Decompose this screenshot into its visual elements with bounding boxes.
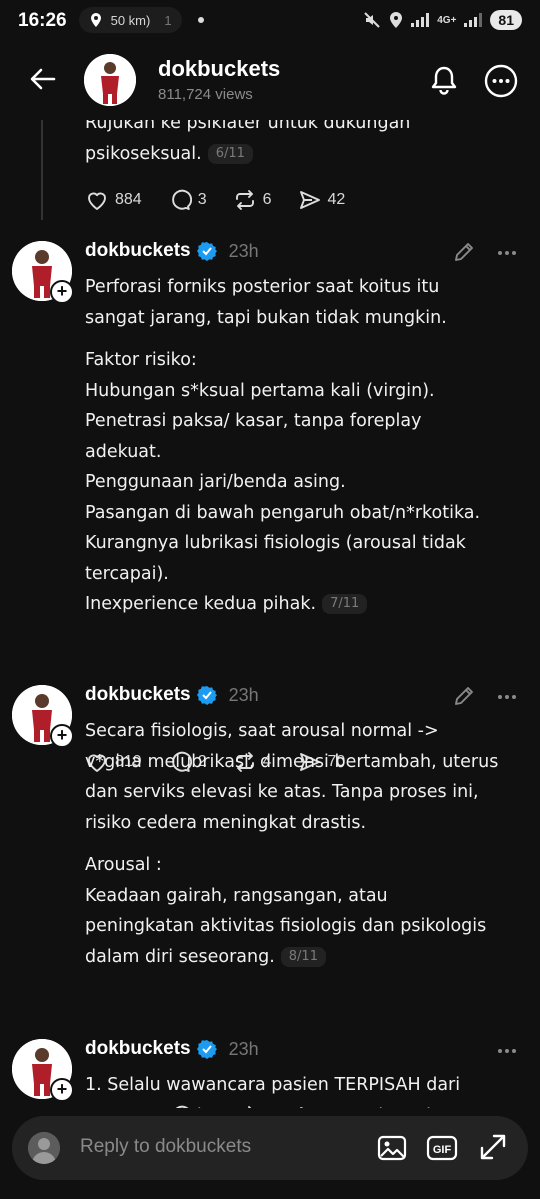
follow-plus-badge[interactable]: +	[50, 1078, 74, 1102]
post-more-icon[interactable]	[496, 1040, 518, 1062]
thread-feed[interactable]: Rujukan ke psikiater untuk dukungan psik…	[0, 120, 540, 1114]
more-options-icon[interactable]	[484, 64, 518, 98]
status-icons: 4G+ 81	[363, 10, 522, 30]
post-body: Rujukan ke psikiater untuk dukungan psik…	[85, 120, 525, 169]
reply-avatar	[28, 1132, 60, 1164]
post-text-line: Hubungan s*ksual pertama kali (virgin).	[85, 380, 435, 401]
send-icon	[299, 191, 320, 209]
page-counter-badge: 6/11	[207, 143, 253, 164]
back-arrow-icon[interactable]	[26, 62, 60, 96]
post-text-line: Pasangan di bawah pengaruh obat/n*rkotik…	[85, 502, 481, 523]
gif-icon[interactable]: GIF	[426, 1132, 458, 1164]
post-text-line: v*gina melubrikasi, dimensi bertambah, u…	[85, 751, 499, 772]
network-type: 4G+	[437, 14, 457, 26]
reply-input[interactable]: Reply to dokbuckets GIF	[12, 1116, 528, 1180]
post-username[interactable]: dokbuckets	[85, 1038, 191, 1060]
header-views: 811,724 views	[158, 86, 253, 103]
page-counter-badge: 8/11	[280, 946, 326, 967]
notification-dot	[197, 17, 204, 23]
location-pill-text: 50 km)	[110, 12, 151, 28]
post-text-line: risiko cedera meningkat drastis.	[85, 812, 367, 833]
post-time: 23h	[228, 1038, 259, 1059]
post-body: Perforasi forniks posterior saat koitus …	[85, 272, 525, 620]
header-username[interactable]: dokbuckets	[158, 56, 280, 82]
expand-icon[interactable]	[478, 1132, 508, 1162]
thread-header: dokbuckets 811,724 views	[0, 40, 540, 120]
location-pin-icon	[90, 13, 101, 27]
post-text-line: Kurangnya lubrikasi fisiologis (arousal …	[85, 533, 466, 553]
thread-post-6: Rujukan ke psikiater untuk dukungan psik…	[0, 120, 540, 232]
post-actions: 884 3 6 42	[85, 188, 371, 212]
verified-badge-icon	[196, 1040, 217, 1059]
post-time: 23h	[228, 684, 259, 705]
post-text-line: psikoseksual.	[85, 143, 202, 164]
post-text-line: peningkatan aktivitas fisiologis dan psi…	[85, 916, 487, 936]
post-more-icon[interactable]	[496, 242, 518, 264]
status-bar: 16:26 50 km) 1 4G+ 81	[0, 0, 540, 40]
post-text-line: Inexperience kedua pihak.	[85, 594, 317, 614]
page-counter-badge: 7/11	[322, 594, 368, 614]
verified-badge-icon	[196, 686, 217, 705]
post-text-line: tercapai).	[85, 563, 169, 584]
header-avatar[interactable]	[84, 54, 136, 106]
image-attach-icon[interactable]	[376, 1132, 408, 1164]
reply-bar-container: Reply to dokbuckets GIF	[0, 1108, 540, 1199]
post-more-icon[interactable]	[496, 686, 518, 708]
post-text-line: Perforasi forniks posterior saat koitus …	[85, 277, 440, 297]
post-username[interactable]: dokbuckets	[85, 240, 191, 262]
signal-icon	[411, 13, 430, 27]
location-icon	[390, 12, 403, 28]
follow-plus-badge[interactable]: +	[50, 724, 74, 748]
follow-plus-badge[interactable]: +	[50, 280, 74, 304]
post-text-line: Rujukan ke psikiater untuk dukungan	[85, 120, 411, 133]
post-text-line: 1. Selalu wawancara pasien TERPISAH dari	[85, 1075, 461, 1095]
thread-connector-line	[41, 120, 43, 220]
person-avatar-icon	[84, 54, 136, 106]
comment-count: 3	[197, 191, 207, 208]
post-text-line: Keadaan gairah, rangsangan, atau	[85, 885, 388, 906]
like-button[interactable]: 884	[85, 188, 142, 212]
bell-icon[interactable]	[428, 64, 460, 96]
post-text-line: Faktor risiko:	[85, 350, 197, 370]
edit-pencil-icon[interactable]	[452, 684, 476, 708]
post-text-line: Secara fisiologis, saat arousal normal -…	[85, 721, 439, 741]
signal-icon-2	[464, 13, 483, 27]
battery-indicator: 81	[490, 10, 522, 30]
thread-post-8: + dokbuckets 23h Secara fisiologis, saat…	[0, 682, 540, 1114]
post-text-line: adekuat.	[85, 441, 162, 462]
post-body: Secara fisiologis, saat arousal normal -…	[85, 716, 525, 972]
repost-icon	[235, 190, 254, 210]
verified-badge-icon	[196, 242, 217, 261]
location-pill: 50 km) 1	[78, 7, 182, 33]
post-text-line: Penetrasi paksa/ kasar, tanpa foreplay	[85, 411, 422, 431]
reply-placeholder: Reply to dokbuckets	[80, 1136, 252, 1157]
edit-pencil-icon[interactable]	[452, 240, 476, 264]
comment-button[interactable]: 3	[168, 188, 207, 212]
thread-post-7: + dokbuckets 23h Perforasi forniks poste…	[0, 238, 540, 772]
repost-button[interactable]: 6	[233, 188, 272, 212]
share-button[interactable]: 42	[298, 188, 346, 212]
share-count: 42	[327, 191, 346, 208]
post-header: dokbuckets 23h	[85, 684, 259, 706]
like-count: 884	[115, 191, 142, 208]
user-avatar-icon	[28, 1132, 60, 1164]
heart-icon	[88, 192, 106, 210]
post-text-line: sangat jarang, tapi bukan tidak mungkin.	[85, 307, 447, 328]
post-text-line: Penggunaan jari/benda asing.	[85, 472, 346, 492]
post-text-line: dan serviks elevasi ke atas. Tanpa prose…	[85, 782, 479, 802]
post-time: 23h	[228, 240, 259, 261]
gif-label: GIF	[433, 1144, 452, 1156]
post-header: dokbuckets 23h	[85, 240, 259, 262]
status-time: 16:26	[18, 10, 67, 31]
post-header: dokbuckets 23h	[85, 1038, 259, 1060]
post-text-line: Arousal :	[85, 855, 162, 875]
thread-post-9: + dokbuckets 23h 1. Selalu wawancara pas…	[0, 1036, 540, 1114]
location-pill-extra: 1	[164, 12, 172, 28]
repost-count: 6	[262, 191, 272, 208]
post-text-line: dalam diri seseorang.	[85, 946, 275, 967]
comment-icon	[171, 189, 192, 210]
post-username[interactable]: dokbuckets	[85, 684, 191, 706]
mute-icon	[364, 12, 380, 28]
